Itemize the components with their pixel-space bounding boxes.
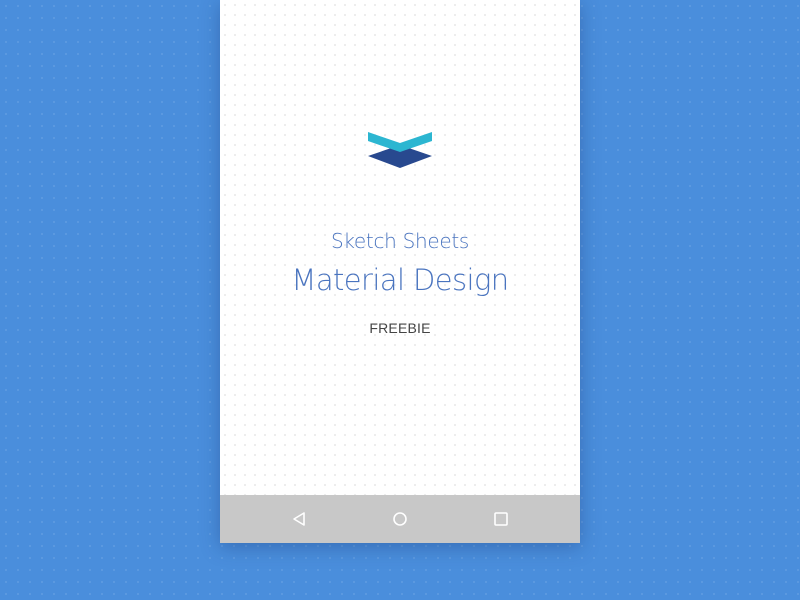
home-button[interactable] [380, 495, 420, 543]
recents-icon [494, 512, 508, 526]
layers-logo-icon [368, 132, 432, 168]
recents-button[interactable] [481, 495, 521, 543]
back-button[interactable] [279, 495, 319, 543]
navigation-bar [220, 495, 580, 543]
subtitle: Sketch Sheets [330, 229, 470, 253]
phone-screen: Sketch Sheets Material Design FREEBIE [220, 0, 580, 543]
home-icon [393, 512, 407, 526]
back-icon [293, 512, 305, 526]
freebie-label: FREEBIE [369, 320, 431, 336]
page-title: Material Design [291, 263, 509, 297]
